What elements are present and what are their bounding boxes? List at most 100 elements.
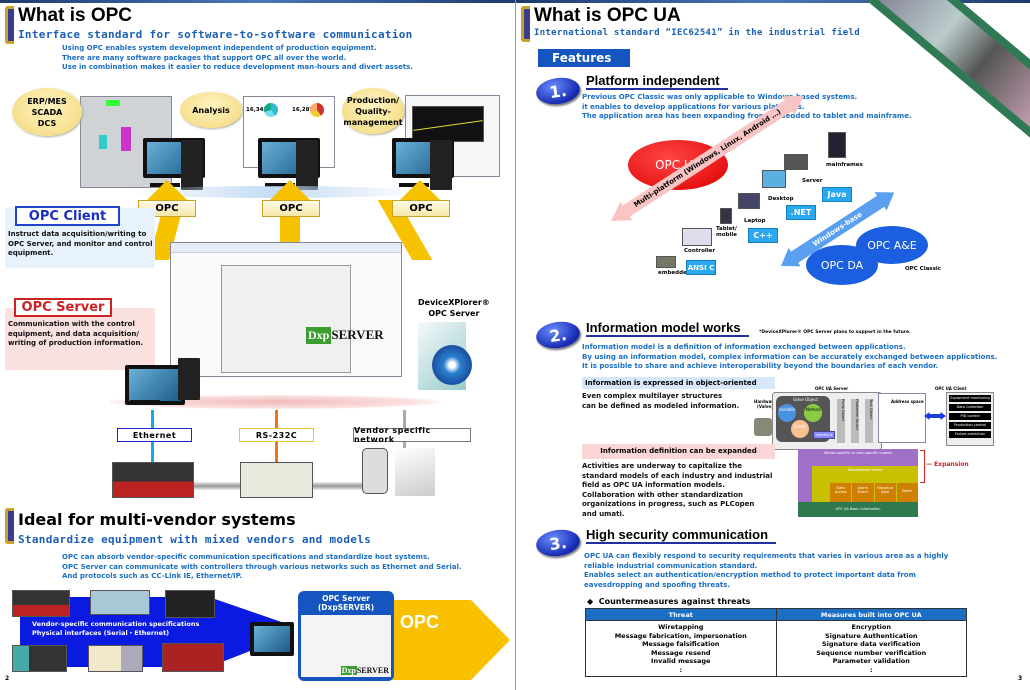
device-label: Server xyxy=(802,178,823,184)
opc-label: OPC xyxy=(392,200,450,217)
section-subtitle: Standardize equipment with mixed vendors… xyxy=(18,533,372,546)
page-subtitle: International standard “IEC62541” in the… xyxy=(534,28,860,38)
title-bracket-icon xyxy=(5,508,14,544)
product-line: DeviceXPlorer® xyxy=(418,298,490,307)
expansion-tag: — Expansion xyxy=(926,461,969,468)
client-item: Equipment monitoring xyxy=(949,395,991,402)
block-batch: Batch xyxy=(896,483,918,502)
threat-item: Message falsification xyxy=(642,640,720,648)
client-item: Production control xyxy=(949,422,991,429)
band-text: Vendor-specific communication specificat… xyxy=(32,620,199,638)
intro-line: OPC can absorb vendor-specific communica… xyxy=(62,553,430,561)
object-oriented-text: Even complex multilayer structures can b… xyxy=(582,392,739,411)
production-quality-label: Production/ Quality- management xyxy=(342,88,404,134)
text-line: eavesdropping and spoofing threats. xyxy=(584,580,731,589)
section-intro: OPC can absorb vendor-specific communica… xyxy=(62,553,462,582)
erp-mes-label: ERP/MES SCADA DCS xyxy=(12,88,82,136)
base-blocks: Data Access Alarm Event Historical data … xyxy=(830,483,918,502)
table-row: Wiretapping Message fabrication, imperso… xyxy=(585,620,967,677)
basic-layer: OPC UA Basic information xyxy=(798,502,918,517)
expansion-label: Information definition can be expanded xyxy=(582,444,775,459)
plc-image xyxy=(90,590,150,615)
monitor-stand xyxy=(130,400,160,404)
page-3: What is OPC UA International standard “I… xyxy=(515,0,1030,690)
feature-title: Platform independent xyxy=(586,73,728,90)
measure-item: : xyxy=(869,665,873,674)
intro-line: And protocols such as CC-Link IE, Ethern… xyxy=(62,572,243,580)
page-title: What is OPC xyxy=(18,5,133,26)
expansion-tag-label: Expansion xyxy=(934,461,969,468)
event-circle: Event xyxy=(791,420,809,438)
embedded-board-icon xyxy=(656,256,676,268)
plc-image xyxy=(88,645,143,672)
band-line: Physical interfaces (Serial・Ethernet) xyxy=(32,629,170,637)
method-circle: Method xyxy=(804,404,822,422)
tank-object: Tank Object xyxy=(865,399,873,443)
threat-item: : xyxy=(679,665,683,674)
plc-omron-image xyxy=(240,462,313,498)
address-space-window: Address space xyxy=(878,393,926,443)
server-box-title: OPC Server (DxpSERVER) xyxy=(301,594,391,612)
valve-image xyxy=(754,418,772,436)
text-line: OPC UA can flexibly respond to security … xyxy=(584,552,949,560)
page-2: What is OPC Interface standard for softw… xyxy=(0,0,515,690)
text-line: Activities are underway to capitalize th… xyxy=(582,462,742,470)
client-item: PID control xyxy=(949,413,991,420)
opc-arrow-icon xyxy=(398,180,442,202)
feature-note: *DeviceXPlorer® OPC Server plans to supp… xyxy=(759,330,911,335)
column-header: Threat xyxy=(585,608,777,621)
device-label: Tablet/ mobile xyxy=(716,226,737,238)
computer-monitor-icon xyxy=(250,622,294,656)
opc-da-ellipse: OPC DA xyxy=(806,245,878,285)
feature-text: Information model is a definition of inf… xyxy=(582,343,997,372)
server-box-line: (DxpSERVER) xyxy=(317,603,375,612)
app-label: Analysis xyxy=(192,105,230,115)
vendor-network-label: Vendor specific network xyxy=(353,426,471,444)
product-name: DeviceXPlorer® OPC Server xyxy=(418,297,490,319)
features-badge: Features xyxy=(538,49,630,67)
bidirectional-arrow-icon xyxy=(924,412,946,420)
feature-number-badge: 3. xyxy=(534,527,582,559)
intro-line: Using OPC enables system development ind… xyxy=(62,44,377,52)
laptop-icon xyxy=(738,193,760,209)
text-line: can be defined as modeled information. xyxy=(582,401,740,410)
standard-layer-label: Standardized model xyxy=(847,468,883,472)
dxpserver-logo: Dxp SERVER xyxy=(306,325,384,345)
computer-tower-icon xyxy=(178,358,200,400)
reference-box: reference xyxy=(813,431,835,439)
server-label: OPC UA Server xyxy=(815,386,849,391)
threat-item: Invalid message xyxy=(651,657,711,665)
ethernet-label: Ethernet xyxy=(117,428,192,442)
lang-dotnet: .NET xyxy=(786,205,816,220)
feature-number-badge: 1. xyxy=(534,75,582,107)
measure-item: Parameter validation xyxy=(832,657,910,665)
lang-ansi-c: ANSI C xyxy=(686,260,716,275)
opc-client-description: Instruct data acquisition/writing to OPC… xyxy=(8,230,153,257)
text-line: Even complex multilayer structures xyxy=(582,392,723,400)
expansion-brace-icon xyxy=(920,450,925,483)
text-line: reliable industrial communication standa… xyxy=(584,561,758,570)
opc-label: OPC xyxy=(262,200,320,217)
opc-classic-label: OPC Classic xyxy=(905,266,941,272)
block-data-access: Data Access xyxy=(830,483,852,502)
text-line: Collaboration with other standardization xyxy=(582,490,743,499)
app-label: ERP/MES SCADA DCS xyxy=(27,96,67,128)
title-bracket-icon xyxy=(5,6,14,44)
section-title: Ideal for multi-vendor systems xyxy=(18,510,296,529)
client-item: Failure prediction xyxy=(949,431,991,438)
feature-title: High security communication xyxy=(586,527,777,544)
flowmeter-object: Flowmeter Object xyxy=(851,399,859,443)
pump-object: Pump Object xyxy=(837,399,845,443)
page-number: 2 xyxy=(5,675,10,682)
server-icon xyxy=(784,154,808,170)
opc-server-label: OPC Server xyxy=(14,298,112,317)
opc-arrow-icon xyxy=(268,180,312,202)
teach-pendant-image xyxy=(362,448,388,494)
table-header-row: Threat Measures built into OPC UA xyxy=(585,608,967,621)
rs232c-label: RS-232C xyxy=(239,428,314,442)
vendor-layer-label: Vendor-specific or user-specific models xyxy=(823,451,893,455)
robot-arm-image xyxy=(395,448,435,496)
server-box-line: OPC Server xyxy=(322,594,370,603)
intro-line: There are many software packages that su… xyxy=(62,53,347,62)
block-alarm-event: Alarm Event xyxy=(852,483,874,502)
